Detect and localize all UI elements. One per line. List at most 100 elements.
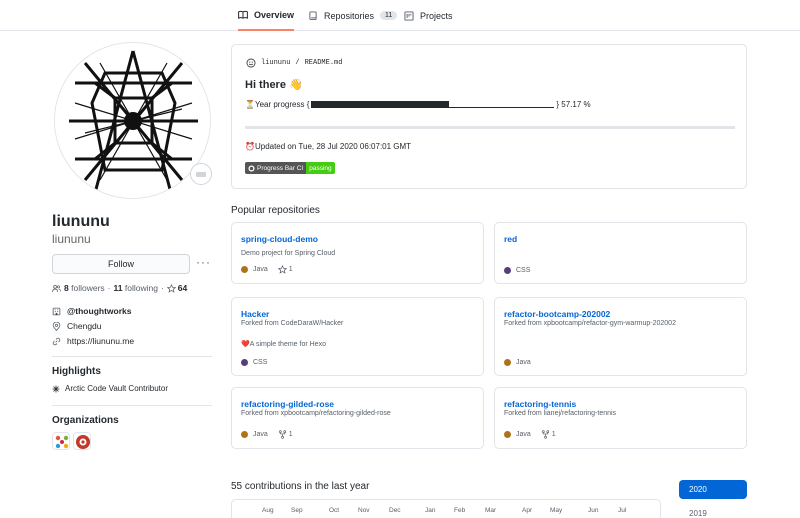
year-progress-suffix: } 57.17 % (556, 100, 591, 109)
contribution-graph: Aug Sep Oct Nov Dec Jan Feb Mar Apr May … (231, 499, 661, 518)
repo-card: red CSS (494, 222, 747, 284)
avatar[interactable] (54, 42, 211, 199)
month-label: Apr (522, 507, 533, 514)
stats-separator: · (107, 283, 111, 293)
follow-button[interactable]: Follow (52, 254, 190, 274)
repo-card: spring-cloud-demo Demo project for Sprin… (231, 222, 484, 284)
year-progress-filled (311, 101, 450, 108)
month-label: Mar (485, 507, 497, 514)
forks-link[interactable]: 1 (541, 430, 556, 439)
fork-icon (278, 430, 286, 439)
stargazers-link[interactable]: 1 (277, 265, 293, 274)
fork-source: Forked from xpbootcamp/refactor-gym-warm… (504, 320, 676, 327)
profile-tabs: Overview Repositories 11 Projects (0, 0, 800, 31)
followers-link[interactable]: 8 followers (64, 283, 105, 293)
year-2020-button[interactable]: 2020 (679, 480, 747, 499)
month-label: Jan (425, 507, 436, 514)
organization-avatar[interactable] (73, 432, 91, 450)
readme-file[interactable]: README.md (305, 59, 343, 67)
divider (52, 356, 212, 357)
set-status-button[interactable] (190, 163, 212, 185)
status-icon (196, 171, 206, 177)
contributions-heading: 55 contributions in the last year (231, 481, 370, 492)
highlights-heading: Highlights (52, 366, 101, 377)
ci-badge[interactable]: Progress Bar CI passing (245, 162, 335, 174)
fork-icon (541, 430, 549, 439)
repo-link[interactable]: spring-cloud-demo (241, 234, 318, 244)
repo-stars: 1 (288, 266, 293, 273)
repo-meta: Java 1 (241, 265, 293, 274)
language-color-dot (241, 431, 248, 438)
repo-language: Java (516, 359, 531, 366)
org-link[interactable]: @thoughtworks (67, 306, 131, 316)
badge-status: passing (306, 162, 335, 174)
organizations-heading: Organizations (52, 415, 119, 426)
highlight-label[interactable]: Arctic Code Vault Contributor (65, 384, 168, 393)
repo-card: refactoring-tennis Forked from lianej/re… (494, 387, 747, 449)
repo-forks: 1 (551, 431, 556, 438)
star-icon (166, 283, 176, 293)
fork-source: Forked from xpbootcamp/refactoring-gilde… (241, 410, 391, 417)
repo-description: ❤️A simple theme for Hexo (241, 341, 326, 348)
follow-stats: 8 followers · 11 following · 64 (52, 283, 187, 293)
repo-card: refactoring-gilded-rose Forked from xpbo… (231, 387, 484, 449)
year-progress: ⏳Year progress { } 57.17 % (245, 100, 591, 109)
year-2019-link[interactable]: 2019 (689, 509, 707, 518)
month-label: Oct (329, 507, 340, 514)
website-link[interactable]: https://liununu.me (67, 336, 134, 346)
repo-link[interactable]: Hacker (241, 309, 269, 319)
tab-overview[interactable]: Overview (238, 0, 295, 31)
month-label: Jun (588, 507, 599, 514)
tab-projects[interactable]: Projects (404, 0, 453, 31)
repo-language: CSS (253, 359, 268, 366)
month-label: Sep (291, 507, 303, 514)
repo-forks: 1 (288, 431, 293, 438)
readme-divider (245, 126, 735, 129)
org-logo (74, 433, 90, 449)
repo-link[interactable]: refactoring-tennis (504, 399, 576, 409)
smiley-icon (246, 58, 256, 68)
following-link[interactable]: 11 following (114, 283, 158, 293)
avatar-image (55, 43, 210, 198)
repo-meta: CSS (241, 359, 267, 366)
repo-description: Demo project for Spring Cloud (241, 250, 336, 257)
profile-name: liununu (52, 213, 110, 230)
month-label: Dec (389, 507, 401, 514)
github-icon (248, 164, 255, 172)
language-color-dot (504, 267, 511, 274)
stars-link[interactable]: 64 (166, 283, 187, 293)
repo-link[interactable]: red (504, 234, 517, 244)
readme-owner[interactable]: liununu (261, 59, 290, 67)
readme-slash: / (295, 59, 300, 67)
tab-repositories-label: Repositories (324, 10, 375, 21)
org-logo (53, 433, 69, 449)
people-icon (52, 284, 61, 292)
language-color-dot (241, 359, 248, 366)
fork-source: Forked from CodeDaraW/Hacker (241, 320, 344, 327)
repo-icon (309, 10, 317, 20)
stats-separator: · (160, 283, 164, 293)
more-options-button[interactable]: ··· (196, 255, 211, 269)
book-icon (238, 10, 248, 19)
forks-link[interactable]: 1 (278, 430, 293, 439)
tab-overview-label: Overview (254, 9, 295, 20)
repo-meta: Java (504, 359, 531, 366)
year-progress-empty (449, 107, 555, 108)
readme-path: liununu / README.md (246, 58, 342, 68)
repo-link[interactable]: refactoring-gilded-rose (241, 399, 334, 409)
repo-link[interactable]: refactor-bootcamp-202002 (504, 309, 610, 319)
repo-meta: Java 1 (241, 430, 293, 439)
updated-time: ⏰Updated on Tue, 28 Jul 2020 06:07:01 GM… (245, 142, 412, 151)
organization-avatar[interactable] (52, 432, 70, 450)
organization-icon (52, 307, 61, 315)
readme-heading: Hi there 👋 (245, 79, 303, 91)
repo-language: Java (253, 431, 268, 438)
star-icon (277, 265, 287, 274)
year-progress-prefix: ⏳Year progress { (245, 100, 310, 109)
profile-login: liununu (52, 232, 91, 246)
tab-repositories[interactable]: Repositories 11 (308, 0, 398, 31)
month-label: Nov (358, 507, 370, 514)
repo-meta: CSS (504, 267, 530, 274)
highlight-item: Arctic Code Vault Contributor (52, 384, 168, 393)
repo-language: Java (516, 431, 531, 438)
